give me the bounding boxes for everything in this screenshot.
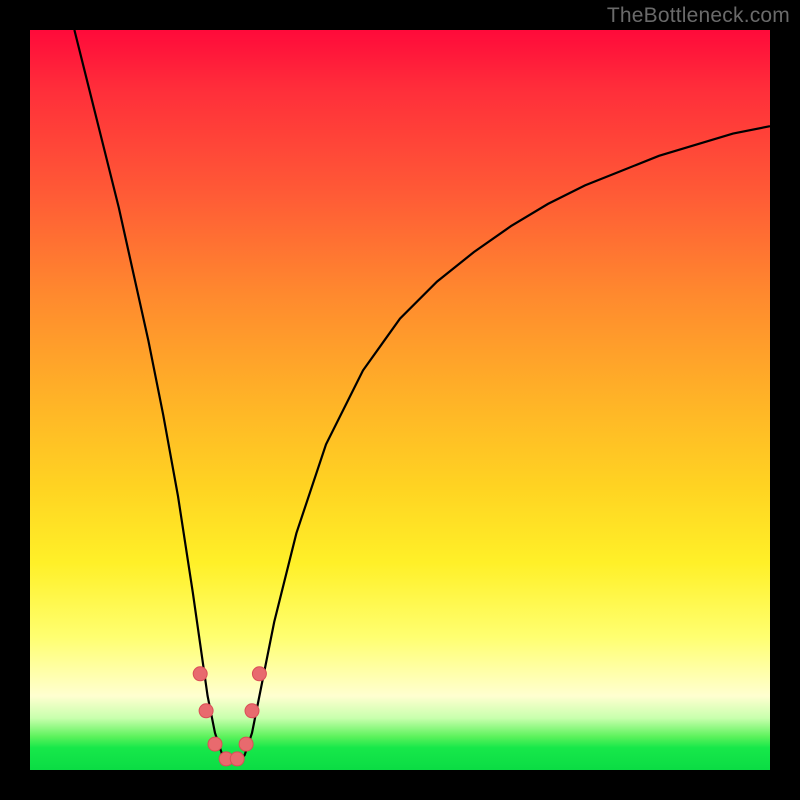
watermark-text: TheBottleneck.com: [607, 4, 790, 28]
fit-markers: [193, 667, 266, 766]
fit-marker: [208, 737, 222, 751]
fit-marker: [245, 704, 259, 718]
bottleneck-curve: [74, 30, 770, 763]
chart-frame: TheBottleneck.com: [0, 0, 800, 800]
fit-marker: [199, 704, 213, 718]
chart-svg: [30, 30, 770, 770]
fit-marker: [239, 737, 253, 751]
fit-marker: [252, 667, 266, 681]
fit-marker: [230, 752, 244, 766]
fit-marker: [193, 667, 207, 681]
